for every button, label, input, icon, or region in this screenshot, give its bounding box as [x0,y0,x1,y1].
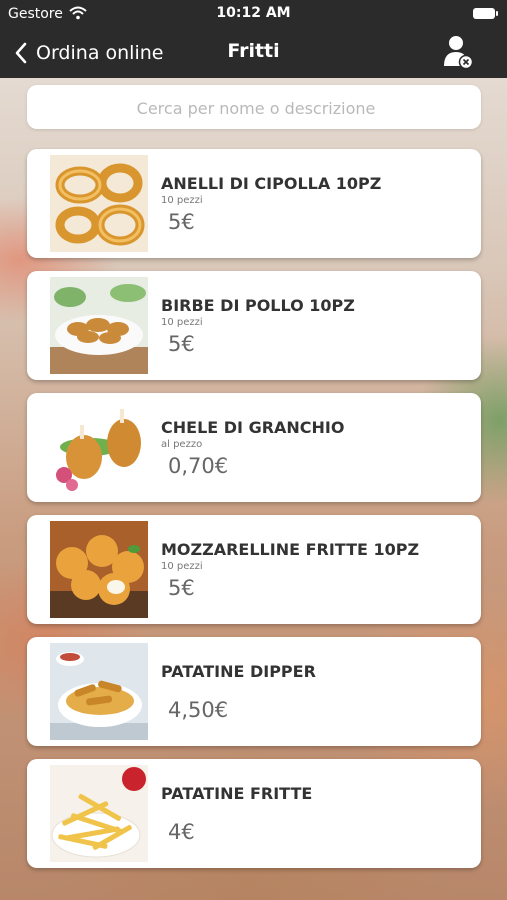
search-input[interactable] [27,85,485,131]
item-subtitle: 10 pezzi [161,561,203,572]
page-title: Fritti [227,40,280,62]
status-time: 10:12 AM [216,5,291,21]
item-name: ANELLI DI CIPOLLA 10PZ [161,174,382,193]
fried-mozzarella-image [50,521,148,618]
item-price: 5€ [168,576,195,600]
menu-item-card[interactable]: CHELE DI GRANCHIO al pezzo 0,70€ [27,393,481,502]
navigation-bar: Ordina online Fritti [0,28,507,78]
item-name: PATATINE FRITTE [161,784,313,803]
item-subtitle: 10 pezzi [161,317,203,328]
item-price: 4,50€ [168,698,229,722]
user-account-button[interactable] [442,34,476,70]
search-field[interactable] [27,85,485,131]
item-price: 5€ [168,210,195,234]
item-price: 5€ [168,332,195,356]
menu-item-card[interactable]: PATATINE DIPPER 4,50€ [27,637,481,746]
menu-item-card[interactable]: ANELLI DI CIPOLLA 10PZ 10 pezzi 5€ [27,149,481,258]
crab-claws-image [50,399,148,496]
menu-item-card[interactable]: MOZZARELLINE FRITTE 10PZ 10 pezzi 5€ [27,515,481,624]
menu-item-card[interactable]: PATATINE FRITTE 4€ [27,759,481,868]
menu-item-card[interactable]: BIRBE DI POLLO 10PZ 10 pezzi 5€ [27,271,481,380]
item-name: MOZZARELLINE FRITTE 10PZ [161,540,420,559]
item-name: CHELE DI GRANCHIO [161,418,345,437]
chicken-nuggets-image [50,277,148,374]
user-remove-icon [444,36,474,70]
french-fries-image [50,765,148,862]
item-name: PATATINE DIPPER [161,662,316,681]
status-bar: Gestore 10:12 AM [0,0,507,28]
dipper-fries-image [50,643,148,740]
item-price: 0,70€ [168,454,229,478]
item-subtitle: al pezzo [161,439,203,450]
item-subtitle: 10 pezzi [161,195,203,206]
onion-rings-image [50,155,148,252]
item-name: BIRBE DI POLLO 10PZ [161,296,355,315]
battery-icon [473,8,498,19]
item-price: 4€ [168,820,195,844]
